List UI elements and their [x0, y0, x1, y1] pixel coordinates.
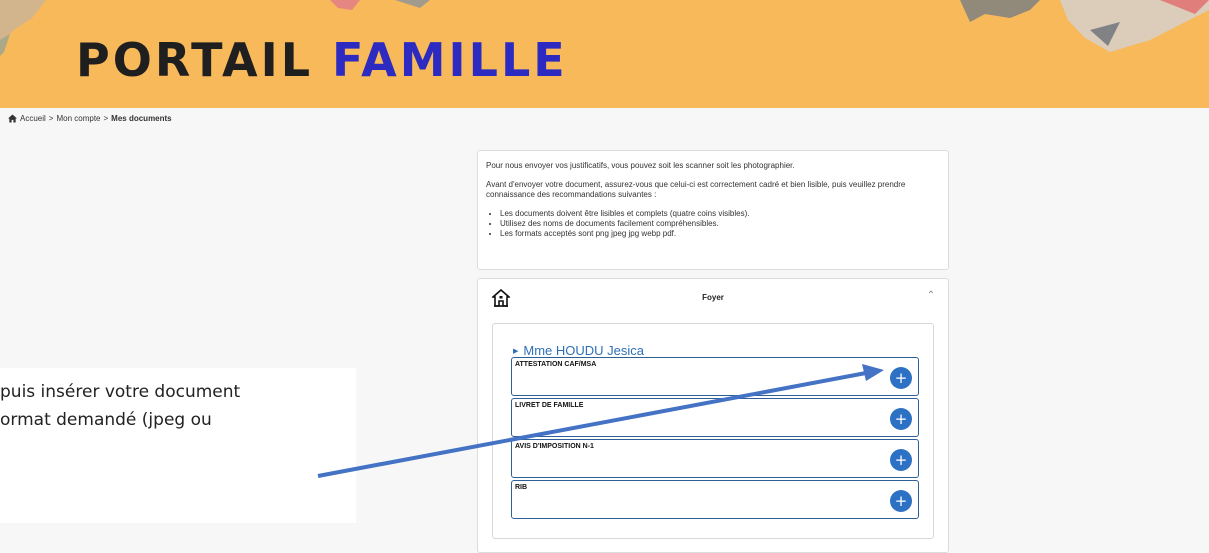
- add-document-button[interactable]: +: [890, 367, 912, 389]
- document-row-avis-imposition: AVIS D'IMPOSITION N-1 +: [511, 439, 919, 478]
- document-label: AVIS D'IMPOSITION N-1: [515, 443, 594, 450]
- breadcrumb-current: Mes documents: [111, 114, 172, 123]
- recommendation-item: Les formats acceptés sont png jpeg jpg w…: [500, 229, 940, 239]
- add-document-button[interactable]: +: [890, 449, 912, 471]
- add-document-button[interactable]: +: [890, 490, 912, 512]
- header-banner: PORTAIL FAMILLE: [0, 0, 1209, 108]
- document-row-attestation: ATTESTATION CAF/MSA +: [511, 357, 919, 396]
- breadcrumb-separator: >: [48, 114, 54, 123]
- caret-right-icon: ▶: [513, 347, 519, 355]
- add-document-button[interactable]: +: [890, 408, 912, 430]
- person-name-label: Mme HOUDU Jesica: [523, 343, 645, 358]
- recommendations-list: Les documents doivent être lisibles et c…: [486, 209, 940, 239]
- document-row-livret: LIVRET DE FAMILLE +: [511, 398, 919, 437]
- foyer-title: Foyer: [702, 293, 724, 302]
- instruction-line: puis insérer votre document: [0, 382, 241, 402]
- title-word-2: FAMILLE: [332, 33, 568, 87]
- document-label: ATTESTATION CAF/MSA: [515, 361, 597, 368]
- breadcrumb-mon-compte[interactable]: Mon compte: [56, 114, 100, 123]
- breadcrumb-separator: >: [103, 114, 109, 123]
- info-warning: Avant d'envoyer votre document, assurez-…: [486, 180, 906, 199]
- title-word-1: PORTAIL: [76, 33, 314, 87]
- foyer-card: Foyer ⌃ ▶ Mme HOUDU Jesica ATTESTATION C…: [477, 278, 949, 553]
- home-icon[interactable]: [8, 114, 17, 123]
- breadcrumb: Accueil > Mon compte > Mes documents: [8, 114, 172, 123]
- breadcrumb-accueil[interactable]: Accueil: [20, 114, 46, 123]
- instruction-overlay: puis insérer votre document ormat demand…: [0, 368, 356, 523]
- document-label: LIVRET DE FAMILLE: [515, 402, 584, 409]
- person-documents-panel: ▶ Mme HOUDU Jesica ATTESTATION CAF/MSA +…: [492, 323, 934, 539]
- info-intro: Pour nous envoyer vos justificatifs, vou…: [486, 161, 795, 170]
- page-title: PORTAIL FAMILLE: [76, 20, 568, 100]
- recommendation-item: Les documents doivent être lisibles et c…: [500, 209, 940, 219]
- info-card: Pour nous envoyer vos justificatifs, vou…: [477, 150, 949, 270]
- document-label: RIB: [515, 484, 528, 491]
- person-name[interactable]: ▶ Mme HOUDU Jesica: [513, 343, 644, 358]
- banner-torn-edge: [0, 100, 1209, 107]
- foyer-header[interactable]: Foyer ⌃: [478, 279, 948, 317]
- chevron-up-icon[interactable]: ⌃: [924, 289, 938, 303]
- document-row-rib: RIB +: [511, 480, 919, 519]
- instruction-line: ormat demandé (jpeg ou: [0, 410, 212, 430]
- recommendation-item: Utilisez des noms de documents facilemen…: [500, 219, 940, 229]
